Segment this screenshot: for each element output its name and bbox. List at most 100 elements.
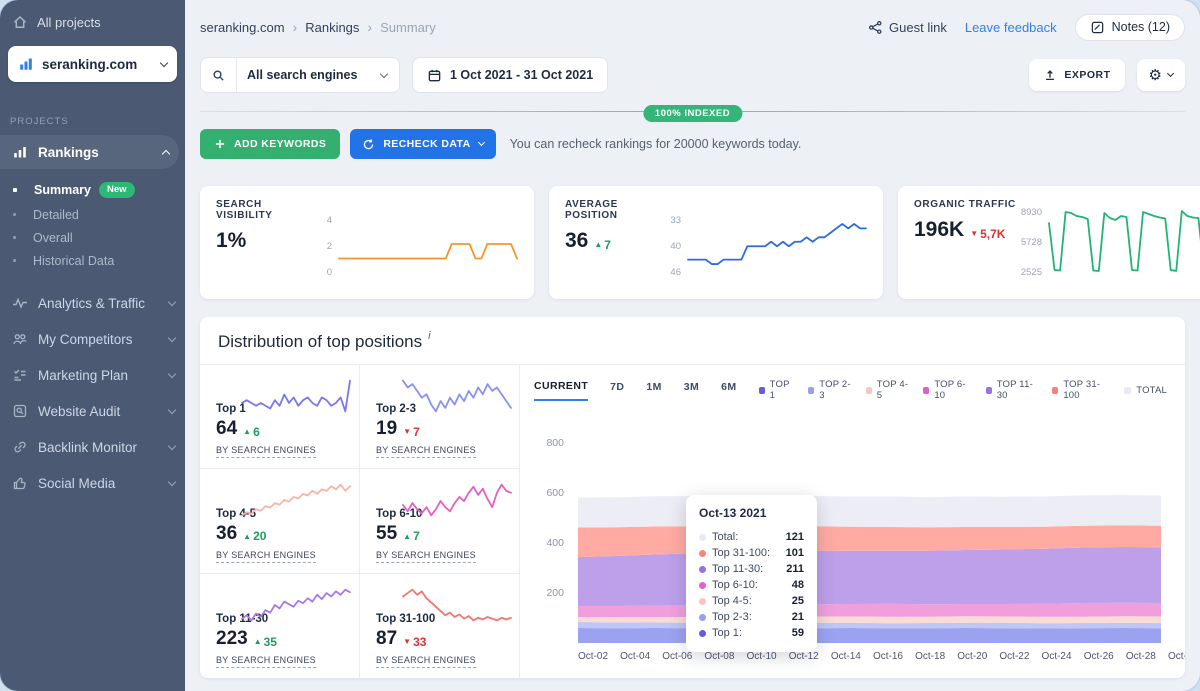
sidebar-item-rankings[interactable]: Rankings xyxy=(0,135,179,169)
by-search-engines-link[interactable]: BY SEARCH ENGINES xyxy=(376,445,476,458)
historical-data-label: Historical Data xyxy=(33,254,114,268)
sidebar-item-all-projects[interactable]: All projects xyxy=(0,6,185,38)
stacked-area-chart xyxy=(578,423,1161,643)
sidebar-item-backlink-monitor[interactable]: Backlink Monitor xyxy=(0,429,185,465)
tab-7d[interactable]: 7D xyxy=(610,381,624,400)
arrow-up-icon: ▲ xyxy=(594,240,602,249)
tooltip-dot xyxy=(699,550,706,557)
project-selector[interactable]: seranking.com xyxy=(8,46,177,82)
by-search-engines-link[interactable]: BY SEARCH ENGINES xyxy=(216,655,316,668)
settings-button[interactable]: ⚙ xyxy=(1137,59,1185,91)
date-range-picker[interactable]: 1 Oct 2021 - 31 Oct 2021 xyxy=(412,57,608,93)
metric-label: ORGANIC TRAFFIC xyxy=(914,199,1018,210)
calendar-icon xyxy=(427,68,442,83)
tab-6m[interactable]: 6M xyxy=(721,381,736,400)
sidebar-item-marketing-plan[interactable]: Marketing Plan xyxy=(0,357,185,393)
by-search-engines-link[interactable]: BY SEARCH ENGINES xyxy=(376,655,476,668)
by-search-engines-link[interactable]: BY SEARCH ENGINES xyxy=(216,445,316,458)
top4-5-cell: Top 4-5 36 ▲20 BY SEARCH ENGINES xyxy=(200,469,360,573)
search-visibility-chart xyxy=(338,213,518,275)
legend-top11-30[interactable]: TOP 11-30 xyxy=(986,379,1039,401)
legend-total[interactable]: TOTAL xyxy=(1124,385,1167,396)
new-badge: New xyxy=(99,182,135,198)
summary-label: Summary xyxy=(34,183,91,197)
sidebar-item-summary[interactable]: Summary New xyxy=(0,177,185,203)
legend-top2-3[interactable]: TOP 2-3 xyxy=(808,379,852,401)
tab-1m[interactable]: 1M xyxy=(646,381,661,400)
analytics-traffic-label: Analytics & Traffic xyxy=(38,296,159,311)
legend-swatch xyxy=(759,387,765,394)
by-search-engines-link[interactable]: BY SEARCH ENGINES xyxy=(216,550,316,563)
y-tick: 2525 xyxy=(1021,267,1042,278)
search-engines-select[interactable]: All search engines xyxy=(200,57,400,93)
metric-label: SEARCH VISIBILITY xyxy=(216,199,308,221)
bullet-icon xyxy=(13,213,16,216)
metric-delta: ▲7 xyxy=(594,238,611,252)
project-chart-icon xyxy=(18,56,34,72)
sidebar-item-historical-data[interactable]: Historical Data xyxy=(0,249,185,272)
leave-feedback-link[interactable]: Leave feedback xyxy=(965,20,1057,35)
y-tick: 46 xyxy=(670,267,681,278)
analytics-icon xyxy=(12,295,28,311)
top1-sparkline xyxy=(241,375,351,417)
breadcrumb-separator: › xyxy=(293,19,298,35)
sidebar-item-analytics-traffic[interactable]: Analytics & Traffic xyxy=(0,285,185,321)
legend-swatch xyxy=(808,387,814,394)
guest-link-button[interactable]: Guest link xyxy=(868,20,947,35)
tab-current[interactable]: CURRENT xyxy=(534,380,588,401)
metric-value: 1% xyxy=(216,229,246,253)
legend-swatch xyxy=(1124,387,1131,394)
sidebar-item-my-competitors[interactable]: My Competitors xyxy=(0,321,185,357)
chevron-down-icon xyxy=(168,441,176,449)
by-search-engines-link[interactable]: BY SEARCH ENGINES xyxy=(376,550,476,563)
y-tick: 2 xyxy=(327,241,332,252)
organic-traffic-card: ORGANIC TRAFFIC 196K ▼5,7K 8930 5728 252… xyxy=(898,186,1200,299)
my-competitors-label: My Competitors xyxy=(38,332,159,347)
distribution-title: Distribution of top positions xyxy=(218,332,422,352)
sidebar-item-overall[interactable]: Overall xyxy=(0,226,185,249)
sidebar-item-website-audit[interactable]: Website Audit xyxy=(0,393,185,429)
top1-cell: Top 1 64 ▲6 BY SEARCH ENGINES xyxy=(200,365,360,469)
y-tick: 800 xyxy=(534,437,564,449)
top2-3-cell: Top 2-3 19 ▼7 BY SEARCH ENGINES xyxy=(360,365,520,469)
rankings-label: Rankings xyxy=(38,145,153,160)
chevron-down-icon xyxy=(168,477,176,485)
breadcrumb-project[interactable]: seranking.com xyxy=(200,20,285,35)
recheck-note: You can recheck rankings for 20000 keywo… xyxy=(510,137,802,151)
sidebar-item-social-media[interactable]: Social Media xyxy=(0,465,185,501)
tooltip-dot xyxy=(699,630,706,637)
tab-3m[interactable]: 3M xyxy=(684,381,699,400)
marketing-plan-icon xyxy=(12,367,28,383)
home-icon xyxy=(12,14,28,30)
chevron-down-icon xyxy=(160,58,168,66)
top4-5-sparkline xyxy=(241,479,351,521)
sidebar-item-detailed[interactable]: Detailed xyxy=(0,203,185,226)
legend-top31-100[interactable]: TOP 31-100 xyxy=(1052,379,1110,401)
legend-top4-5[interactable]: TOP 4-5 xyxy=(866,379,910,401)
notes-button[interactable]: Notes (12) xyxy=(1075,14,1185,41)
metric-label: AVERAGE POSITION xyxy=(565,199,657,221)
sidebar: All projects seranking.com PROJECTS Rank… xyxy=(0,0,185,691)
export-button[interactable]: EXPORT xyxy=(1029,59,1124,91)
tooltip-title: Oct-13 2021 xyxy=(699,506,804,520)
top6-10-sparkline xyxy=(402,479,512,521)
legend-top1[interactable]: TOP 1 xyxy=(759,379,795,401)
y-tick: 600 xyxy=(534,487,564,499)
backlink-icon xyxy=(12,439,28,455)
top6-10-cell: Top 6-10 55 ▲7 BY SEARCH ENGINES xyxy=(360,469,520,573)
legend-top6-10[interactable]: TOP 6-10 xyxy=(923,379,971,401)
stacked-area-plot: 800 600 400 200 Oct-02Oct-04Oct-06Oct-08… xyxy=(534,423,1185,643)
backlink-monitor-label: Backlink Monitor xyxy=(38,440,159,455)
rankings-icon xyxy=(12,144,28,160)
add-keywords-button[interactable]: ADD KEYWORDS xyxy=(200,129,340,159)
distribution-card: Distribution of top positions i Top 1 64… xyxy=(200,317,1185,678)
indexed-badge: 100% INDEXED xyxy=(643,105,742,122)
plus-icon xyxy=(214,138,226,150)
breadcrumb-rankings[interactable]: Rankings xyxy=(305,20,359,35)
detailed-label: Detailed xyxy=(33,208,79,222)
overall-label: Overall xyxy=(33,231,73,245)
upload-icon xyxy=(1043,68,1057,82)
recheck-data-button[interactable]: RECHECK DATA xyxy=(350,129,495,159)
info-icon[interactable]: i xyxy=(428,330,430,342)
chart-legend: TOP 1 TOP 2-3 TOP 4-5 TOP 6-10 TOP 11-30… xyxy=(759,379,1185,401)
